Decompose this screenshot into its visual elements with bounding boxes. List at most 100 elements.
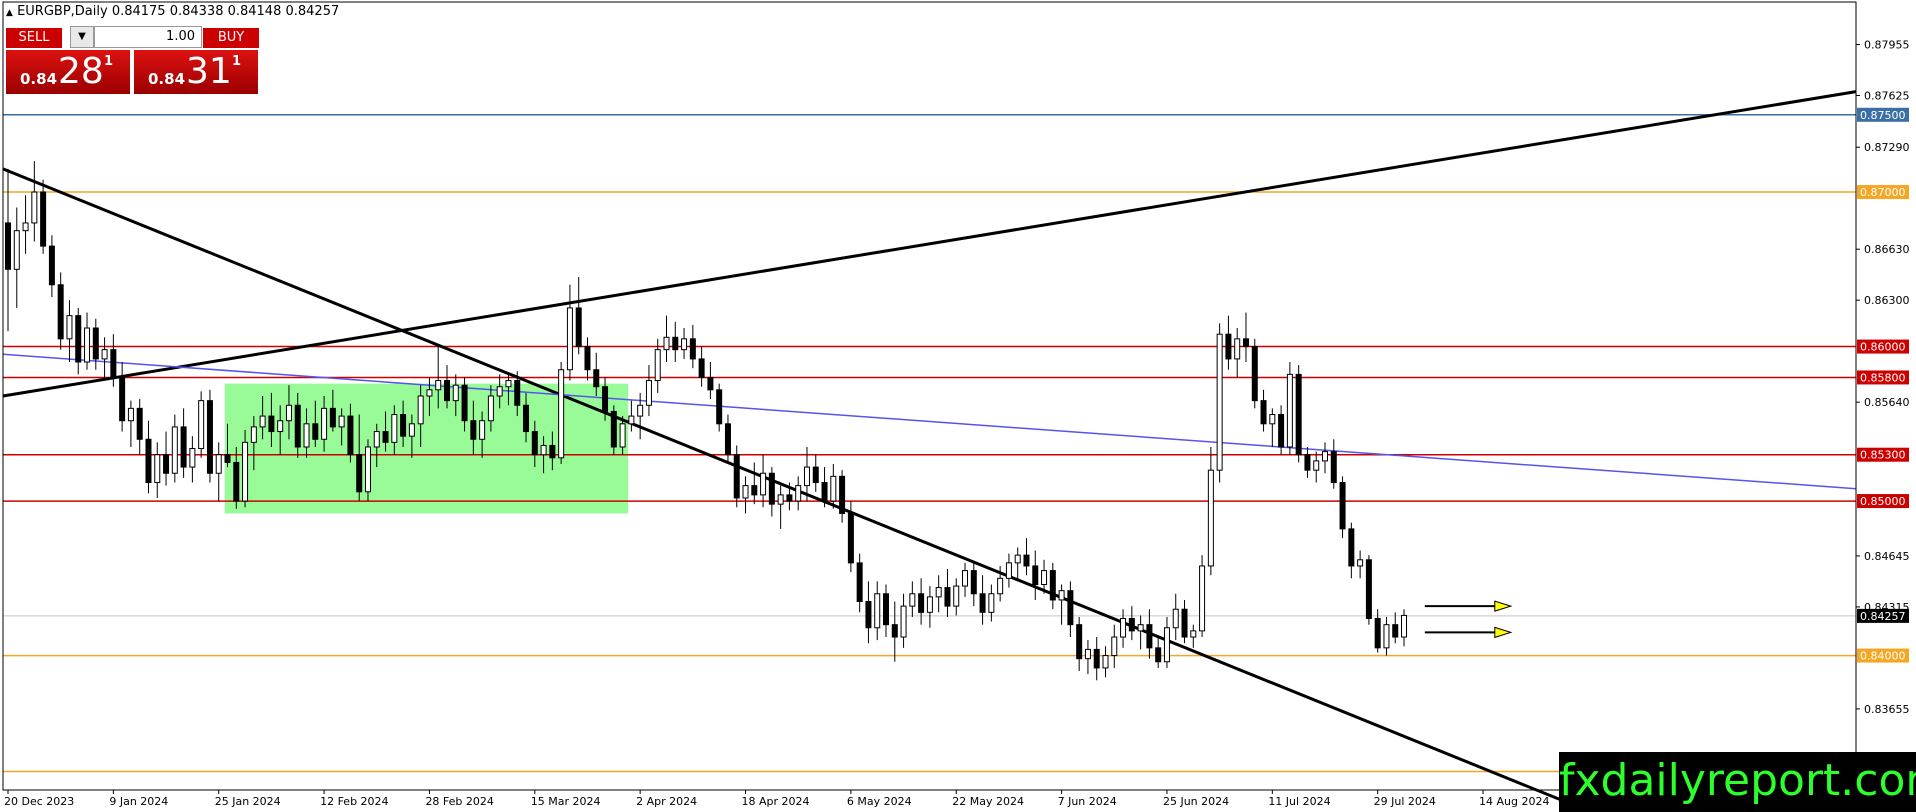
candle-body xyxy=(1190,630,1197,638)
candle-body xyxy=(487,395,494,422)
candle-body xyxy=(1339,482,1346,530)
symbol-info-text: EURGBP,Daily 0.84175 0.84338 0.84148 0.8… xyxy=(17,4,340,19)
level-label: 0.84000 xyxy=(1860,650,1906,663)
sell-price-button[interactable]: 0.84 28 1 xyxy=(6,50,130,94)
candle-body xyxy=(1049,570,1056,601)
buy-button[interactable]: BUY xyxy=(203,28,259,48)
candle-body xyxy=(926,596,933,613)
candle-body xyxy=(1286,373,1293,448)
candle-body xyxy=(417,395,424,425)
candle-body xyxy=(830,475,837,502)
candle-body xyxy=(31,191,38,224)
candle-body xyxy=(84,327,91,363)
candle-body xyxy=(1102,655,1109,669)
candle-body xyxy=(812,466,819,484)
candle-body xyxy=(364,446,371,493)
candle-body xyxy=(997,577,1004,595)
candle-body xyxy=(742,485,749,499)
candle-body xyxy=(865,600,872,629)
candle-body xyxy=(1304,454,1311,471)
candle-body xyxy=(180,426,187,468)
level-label: 0.85300 xyxy=(1860,449,1906,462)
x-tick-label: 7 Jun 2024 xyxy=(1058,795,1117,808)
candle-body xyxy=(1251,346,1258,402)
candle-body xyxy=(400,414,407,437)
current-price-label: 0.84257 xyxy=(1860,610,1906,623)
buy-price-prefix: 0.84 xyxy=(148,70,186,88)
candle-body xyxy=(918,593,925,613)
x-tick-label: 6 May 2024 xyxy=(847,795,912,808)
candle-body xyxy=(408,423,415,437)
candle-body xyxy=(198,400,205,450)
candle-body xyxy=(944,587,951,607)
candle-body xyxy=(786,494,793,502)
candle-body xyxy=(277,420,284,433)
candle-body xyxy=(751,485,758,496)
y-tick-label: 0.87955 xyxy=(1864,38,1910,51)
candle-body xyxy=(92,327,99,360)
candle-body xyxy=(777,494,784,505)
candle-body xyxy=(452,384,459,402)
candle-body xyxy=(1374,617,1381,649)
candle-body xyxy=(1234,338,1241,360)
x-tick-label: 20 Dec 2023 xyxy=(4,795,74,808)
candle-body xyxy=(1242,338,1249,348)
candle-body xyxy=(689,338,696,360)
x-tick-label: 28 Feb 2024 xyxy=(425,795,493,808)
candle-body xyxy=(347,415,354,456)
candle-body xyxy=(312,423,319,440)
candle-body xyxy=(1383,624,1390,649)
candle-body xyxy=(584,346,591,371)
candle-body xyxy=(962,570,969,587)
candle-body xyxy=(1330,451,1337,484)
candle-body xyxy=(628,415,635,425)
level-label: 0.87500 xyxy=(1860,109,1906,122)
buy-price-sup: 1 xyxy=(232,54,242,69)
sell-price-prefix: 0.84 xyxy=(20,70,58,88)
x-tick-label: 9 Jan 2024 xyxy=(109,795,168,808)
candle-body xyxy=(549,444,556,459)
candle-body xyxy=(733,454,740,499)
candle-body xyxy=(22,222,29,232)
x-tick-label: 14 Aug 2024 xyxy=(1479,795,1549,808)
lot-size-input[interactable]: 1.00 xyxy=(94,26,202,48)
collapse-triangle-icon[interactable]: ▲ xyxy=(6,8,13,18)
x-tick-label: 22 May 2024 xyxy=(952,795,1024,808)
y-tick-label: 0.86300 xyxy=(1864,294,1910,307)
candle-body xyxy=(681,338,688,351)
candle-body xyxy=(1269,414,1276,425)
candle-body xyxy=(1023,554,1030,567)
candle-body xyxy=(593,369,600,388)
candle-body xyxy=(5,222,11,270)
buy-price-button[interactable]: 0.84 31 1 xyxy=(134,50,258,94)
candle-body xyxy=(215,454,222,474)
candle-body xyxy=(426,389,433,397)
candle-body xyxy=(285,404,292,422)
consolidation-range-box xyxy=(224,383,629,514)
candle-body xyxy=(1278,414,1285,448)
candle-body xyxy=(1146,624,1153,649)
candle-body xyxy=(250,426,257,443)
candle-body xyxy=(1322,451,1328,462)
y-tick-label: 0.85640 xyxy=(1864,396,1910,409)
candle-body xyxy=(1058,590,1065,601)
buy-price-main: 31 xyxy=(186,51,232,92)
y-tick-label: 0.87290 xyxy=(1864,141,1910,154)
lot-dropdown-icon[interactable]: ▼ xyxy=(70,26,94,48)
y-tick-label: 0.84645 xyxy=(1864,550,1910,563)
candle-body xyxy=(1093,648,1100,669)
candle-body xyxy=(1128,617,1135,632)
candle-body xyxy=(294,404,301,448)
sell-button[interactable]: SELL xyxy=(6,28,62,48)
level-label: 0.85800 xyxy=(1860,371,1906,384)
candle-body xyxy=(514,380,521,406)
candle-body xyxy=(382,431,389,443)
price-chart[interactable]: 0.87500 0.87000 0.86000 0.85800 0.85300 0.850… xyxy=(0,0,1916,812)
candle-body xyxy=(1260,400,1267,425)
candle-body xyxy=(1041,570,1048,586)
candle-body xyxy=(645,380,652,406)
symbol-info: ▲ EURGBP,Daily 0.84175 0.84338 0.84148 0… xyxy=(0,0,339,24)
candle-body xyxy=(1111,636,1118,657)
candle-body xyxy=(444,380,450,402)
candle-body xyxy=(839,475,846,514)
